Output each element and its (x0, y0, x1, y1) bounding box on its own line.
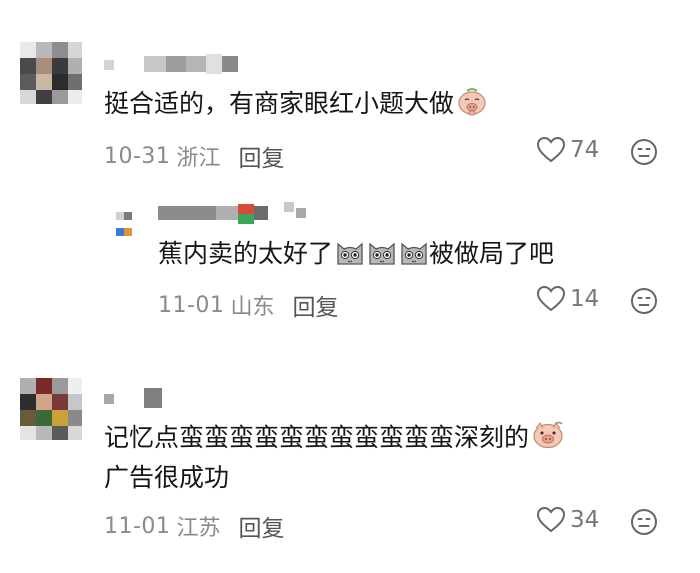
pig-face-icon (531, 420, 565, 460)
pig-praying-icon (456, 86, 488, 126)
comment-date: 11-01 (104, 513, 171, 539)
heart-icon (536, 506, 566, 533)
comment-meta: 10-31 浙江 回复 (104, 139, 284, 173)
comment-meta: 11-01 江苏 回复 (104, 509, 284, 543)
dislike-face-icon (631, 288, 657, 314)
like-button[interactable]: 14 (536, 285, 599, 313)
comment-location: 浙江 (176, 146, 221, 171)
dislike-button[interactable] (630, 138, 658, 170)
reply-button[interactable]: 回复 (292, 288, 338, 322)
comment-text-before: 蕉内卖的太好了 (158, 239, 334, 268)
comment-text: 蕉内卖的太好了 被做局了吧 (158, 236, 554, 276)
username-mosaic[interactable] (158, 202, 308, 224)
username-mosaic[interactable] (104, 54, 244, 74)
comment-text: 挺合适的，有商家眼红小题大做 (104, 86, 488, 126)
dislike-button[interactable] (630, 287, 658, 319)
comment-text-content: 挺合适的，有商家眼红小题大做 (104, 89, 455, 118)
like-count: 34 (570, 507, 600, 533)
like-button[interactable]: 34 (536, 506, 599, 534)
dislike-button[interactable] (630, 508, 658, 540)
heart-icon (536, 285, 566, 312)
cat-face-icon (399, 238, 429, 276)
comment-meta: 11-01 山东 回复 (158, 288, 338, 322)
like-count: 74 (570, 137, 600, 163)
comment-text: 记忆点蛮蛮蛮蛮蛮蛮蛮蛮蛮蛮蛮深刻的 广告很成功 (104, 420, 565, 496)
comment-text-line1: 记忆点蛮蛮蛮蛮蛮蛮蛮蛮蛮蛮蛮深刻的 (104, 423, 530, 452)
cat-face-icon (367, 238, 397, 276)
like-count: 14 (570, 286, 600, 312)
dislike-face-icon (631, 139, 657, 165)
reply-button[interactable]: 回复 (238, 509, 284, 543)
comment-text-after: 被做局了吧 (429, 239, 555, 268)
avatar[interactable] (20, 378, 82, 440)
avatar[interactable] (116, 212, 136, 238)
avatar[interactable] (20, 42, 82, 104)
comment-date: 10-31 (104, 143, 171, 169)
comment-location: 山东 (230, 295, 275, 320)
dislike-face-icon (631, 509, 657, 535)
cat-face-icon (335, 238, 365, 276)
comment-text-line2: 广告很成功 (104, 463, 230, 492)
comment-location: 江苏 (176, 516, 221, 541)
comment-date: 11-01 (158, 292, 225, 318)
like-button[interactable]: 74 (536, 136, 599, 164)
reply-button[interactable]: 回复 (238, 139, 284, 173)
heart-icon (536, 136, 566, 163)
username-mosaic[interactable] (104, 388, 164, 408)
